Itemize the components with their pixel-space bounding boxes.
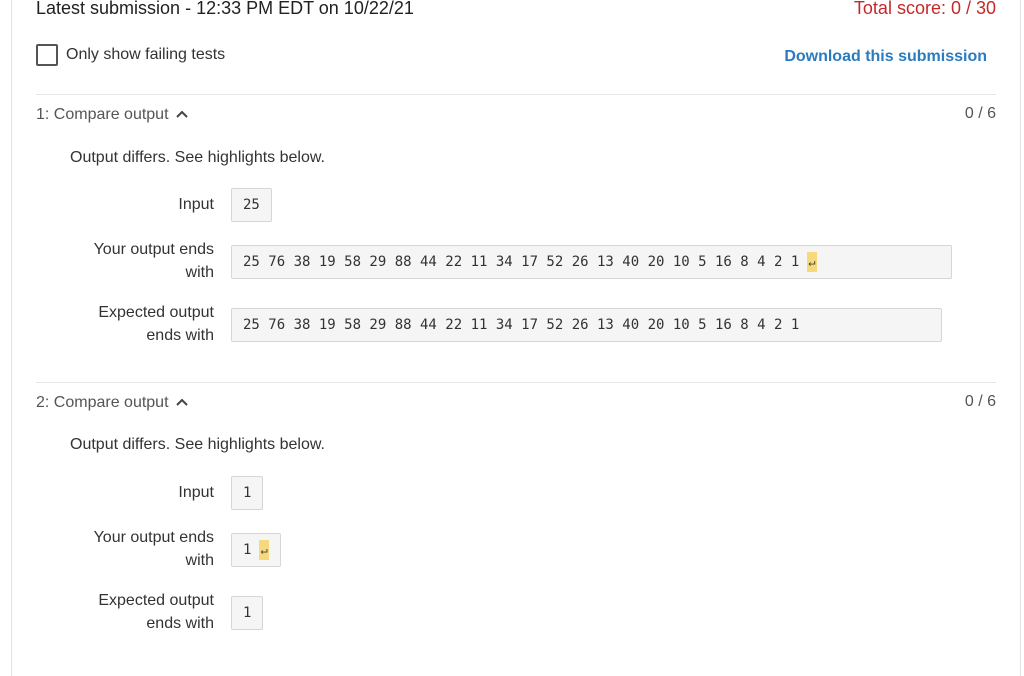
download-submission-link[interactable]: Download this submission [784,48,987,66]
test-1-expected-output: 25 76 38 19 58 29 88 44 22 11 34 17 52 2… [231,308,942,342]
your-output-label: Your output ends with [40,238,214,284]
your-output-label: Your output ends with [40,526,214,572]
your-output-label-line2: with [185,264,214,281]
failing-tests-filter[interactable]: Only show failing tests [36,44,225,66]
test-2-your-output: 1 ↵ [231,533,281,567]
submission-title: Latest submission - 12:33 PM EDT on 10/2… [36,0,414,18]
input-value: 1 [243,485,252,501]
expected-output-value: 25 76 38 19 58 29 88 44 22 11 34 17 52 2… [243,317,800,333]
your-output-label-line1: Your output ends [93,241,214,258]
chevron-up-icon[interactable] [175,394,189,412]
expected-output-label: Expected output ends with [40,301,214,347]
your-output-label-line2: with [185,552,214,569]
expected-output-label: Expected output ends with [40,589,214,635]
failing-tests-label[interactable]: Only show failing tests [66,46,225,64]
divider [36,382,996,383]
chevron-up-icon[interactable] [175,106,189,124]
input-label: Input [178,196,214,213]
test-2-input-value: 1 [231,476,264,510]
test-1-input-value: 25 [231,188,272,222]
failing-tests-checkbox[interactable] [36,44,58,66]
test-2-header[interactable]: 2: Compare output [36,394,189,412]
expected-output-label-line1: Expected output [98,592,214,609]
input-label: Input [178,484,214,501]
expected-output-label-line2: ends with [146,615,214,632]
test-1-header[interactable]: 1: Compare output [36,106,189,124]
input-value: 25 [243,197,260,213]
test-1-message: Output differs. See highlights below. [70,149,325,166]
newline-return-icon: ↵ [259,540,269,560]
total-score: Total score: 0 / 30 [853,0,996,18]
test-2-message: Output differs. See highlights below. [70,436,325,453]
your-output-value: 25 76 38 19 58 29 88 44 22 11 34 17 52 2… [243,254,800,270]
test-1-score: 0 / 6 [964,105,996,122]
test-1-title[interactable]: 1: Compare output [36,106,169,124]
test-2-title[interactable]: 2: Compare output [36,394,169,412]
expected-output-label-line1: Expected output [98,304,214,321]
expected-output-value: 1 [243,605,252,621]
test-2-expected-output: 1 [231,596,264,630]
newline-return-icon: ↵ [807,252,817,272]
test-2-score: 0 / 6 [964,393,996,410]
divider [36,94,996,95]
your-output-label-line1: Your output ends [93,529,214,546]
test-1-your-output: 25 76 38 19 58 29 88 44 22 11 34 17 52 2… [231,245,952,279]
your-output-value: 1 [243,542,252,558]
expected-output-label-line2: ends with [146,327,214,344]
